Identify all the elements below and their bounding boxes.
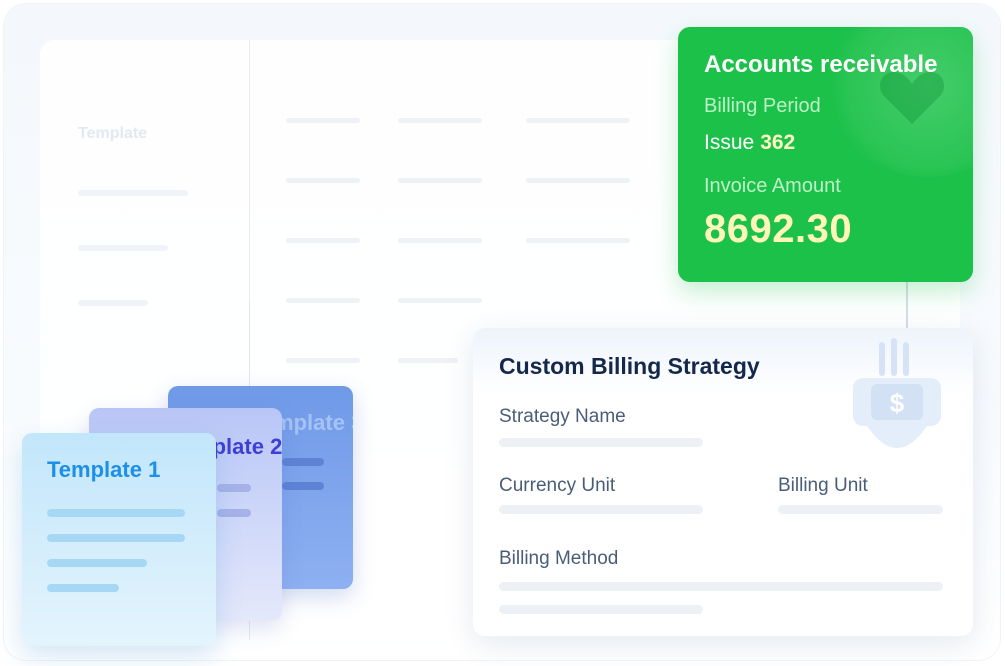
billing-method-field-line	[499, 605, 703, 614]
template-1-title: Template 1	[47, 457, 161, 482]
billing-method-label: Billing Method	[499, 548, 619, 569]
currency-unit-field[interactable]	[499, 505, 703, 514]
template-line	[217, 509, 251, 517]
background-row	[286, 118, 360, 123]
background-row	[398, 238, 482, 243]
background-sidebar-line	[78, 190, 188, 196]
template-line	[217, 484, 251, 492]
background-row	[286, 358, 360, 363]
issue-value: Issue 362	[704, 131, 795, 155]
billing-method-field[interactable]	[499, 582, 943, 591]
background-row	[398, 358, 458, 363]
svg-text:$: $	[890, 388, 905, 418]
template-line	[47, 559, 147, 567]
background-row	[286, 178, 360, 183]
background-row	[286, 238, 360, 243]
strategy-name-label: Strategy Name	[499, 406, 626, 427]
connector-line	[906, 282, 908, 328]
invoice-amount-label: Invoice Amount	[704, 175, 841, 197]
template-line	[47, 509, 185, 517]
background-row	[398, 178, 482, 183]
strategy-name-field[interactable]	[499, 438, 703, 447]
template-line	[282, 482, 324, 490]
issue-prefix: Issue	[704, 131, 755, 154]
billing-strategy-title: Custom Billing Strategy	[499, 353, 760, 379]
background-row	[526, 238, 630, 243]
billing-unit-label: Billing Unit	[778, 475, 868, 496]
currency-unit-label: Currency Unit	[499, 475, 616, 496]
background-sidebar-line	[78, 300, 148, 306]
background-row	[398, 118, 482, 123]
issue-number: 362	[760, 131, 796, 154]
billing-unit-field[interactable]	[778, 505, 943, 514]
billing-period-label: Billing Period	[704, 95, 821, 117]
connector-line	[249, 300, 250, 390]
invoice-amount: 8692.30	[704, 207, 853, 251]
template-line	[282, 458, 324, 466]
background-sidebar-title: Template	[78, 125, 148, 142]
background-row	[526, 178, 630, 183]
background-row	[526, 118, 630, 123]
billing-strategy-card[interactable]: $ Custom Billing Strategy Strategy Name …	[473, 328, 973, 636]
background-row	[398, 298, 482, 303]
dollar-hand-icon: $	[853, 338, 941, 448]
heart-icon	[879, 72, 945, 124]
background-sidebar-line	[78, 245, 168, 251]
template-card-1[interactable]: Template 1	[22, 433, 216, 646]
template-line	[47, 584, 119, 592]
background-row	[286, 298, 360, 303]
template-line	[47, 534, 185, 542]
